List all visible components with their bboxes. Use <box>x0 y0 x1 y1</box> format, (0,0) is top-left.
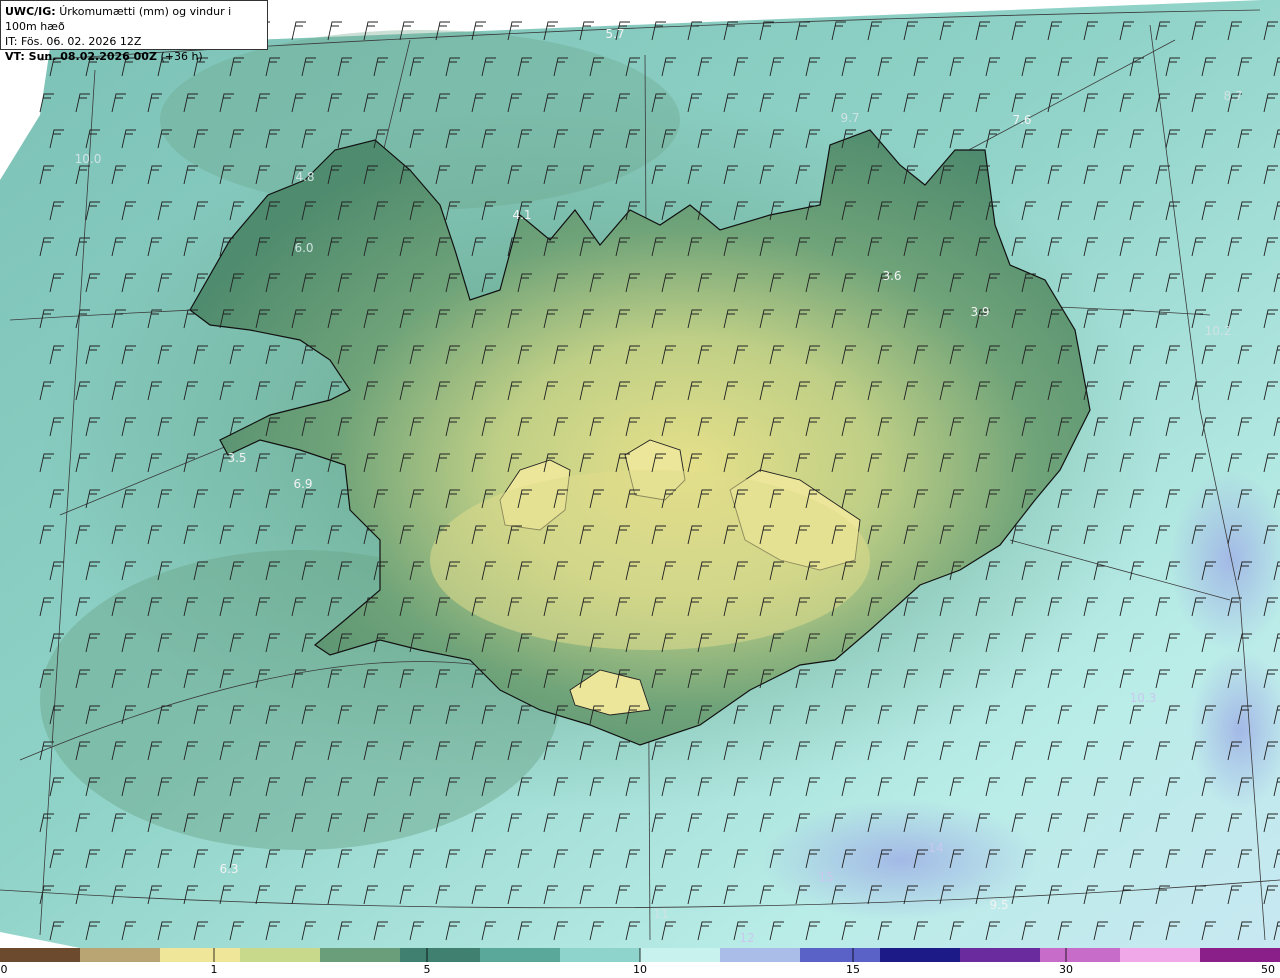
map-value-label: 7.6 <box>1012 113 1031 127</box>
colorbar-swatch <box>1200 948 1280 962</box>
colorbar-swatch <box>0 948 81 962</box>
map-value-label: 12 <box>739 931 754 945</box>
map-value-label: 8.7 <box>1223 89 1242 103</box>
valid-time: VT: Sun. 08.02.2026 00Z <box>5 50 157 63</box>
map-value-label: 6.0 <box>294 241 313 255</box>
colorbar-swatch <box>240 948 321 962</box>
map-value-label: 14 <box>928 841 943 855</box>
colorbar-tick-1: 1 <box>210 963 218 976</box>
map-value-label: 3.9 <box>970 305 989 319</box>
colorbar-swatch <box>400 948 481 962</box>
colorbar-swatch <box>1120 948 1201 962</box>
colorbar-tick-10: 10 <box>633 963 647 976</box>
map-value-label: 3.6 <box>882 269 901 283</box>
colorbar-swatch <box>80 948 161 962</box>
map-value-label: 11 <box>653 907 668 921</box>
init-time: IT: Fös. 06. 02. 2026 12Z <box>5 35 142 48</box>
map-value-label: 6.3 <box>219 862 238 876</box>
valid-time-line: VT: Sun. 08.02.2026 00Z (+36 h) <box>5 49 263 64</box>
map-value-label: 15 <box>818 870 833 884</box>
colorbar-swatch <box>640 948 721 962</box>
map-value-label: 4.8 <box>295 170 314 184</box>
colorbar-swatch <box>880 948 961 962</box>
map-value-label: 5.7 <box>605 27 624 41</box>
map-value-label: 10.0 <box>75 152 102 166</box>
colorbar-swatch <box>320 948 401 962</box>
colorbar-gradient <box>0 948 1280 962</box>
highlands <box>430 470 870 650</box>
map-value-label: 10.2 <box>1205 324 1232 338</box>
title-line: UWC/IG: Úrkomumætti (mm) og vindur i 100… <box>5 4 263 34</box>
model-label: UWC/IG: <box>5 5 56 18</box>
map-value-label: 3.5 <box>227 451 246 465</box>
colorbar-swatch <box>480 948 561 962</box>
map-value-label: 6.9 <box>293 477 312 491</box>
colorbar-tick-15: 15 <box>846 963 860 976</box>
map: 5.7 9.7 7.6 8.7 10.0 4.8 4.1 6.0 3.6 3.9 10.2 3.5 6.… <box>0 0 1280 948</box>
colorbar-swatch <box>720 948 801 962</box>
colorbar-tick-50: 50 <box>1261 963 1275 976</box>
map-value-label: 4.1 <box>512 208 531 222</box>
map-value-label: 10.3 <box>1130 691 1157 705</box>
map-value-label: 9.5 <box>989 898 1008 912</box>
colorbar-tick-0: 0 <box>0 963 8 976</box>
map-value-label: 9.7 <box>840 111 859 125</box>
colorbar-tick-5: 5 <box>423 963 431 976</box>
colorbar-swatch <box>160 948 241 962</box>
colorbar-swatch <box>560 948 641 962</box>
colorbar-tick-30: 30 <box>1059 963 1073 976</box>
title-box: UWC/IG: Úrkomumætti (mm) og vindur i 100… <box>0 0 268 63</box>
colorbar-swatch <box>960 948 1041 962</box>
forecast-offset: (+36 h) <box>160 50 203 63</box>
colorbar-swatch <box>800 948 881 962</box>
colorbar-swatch <box>1040 948 1121 962</box>
